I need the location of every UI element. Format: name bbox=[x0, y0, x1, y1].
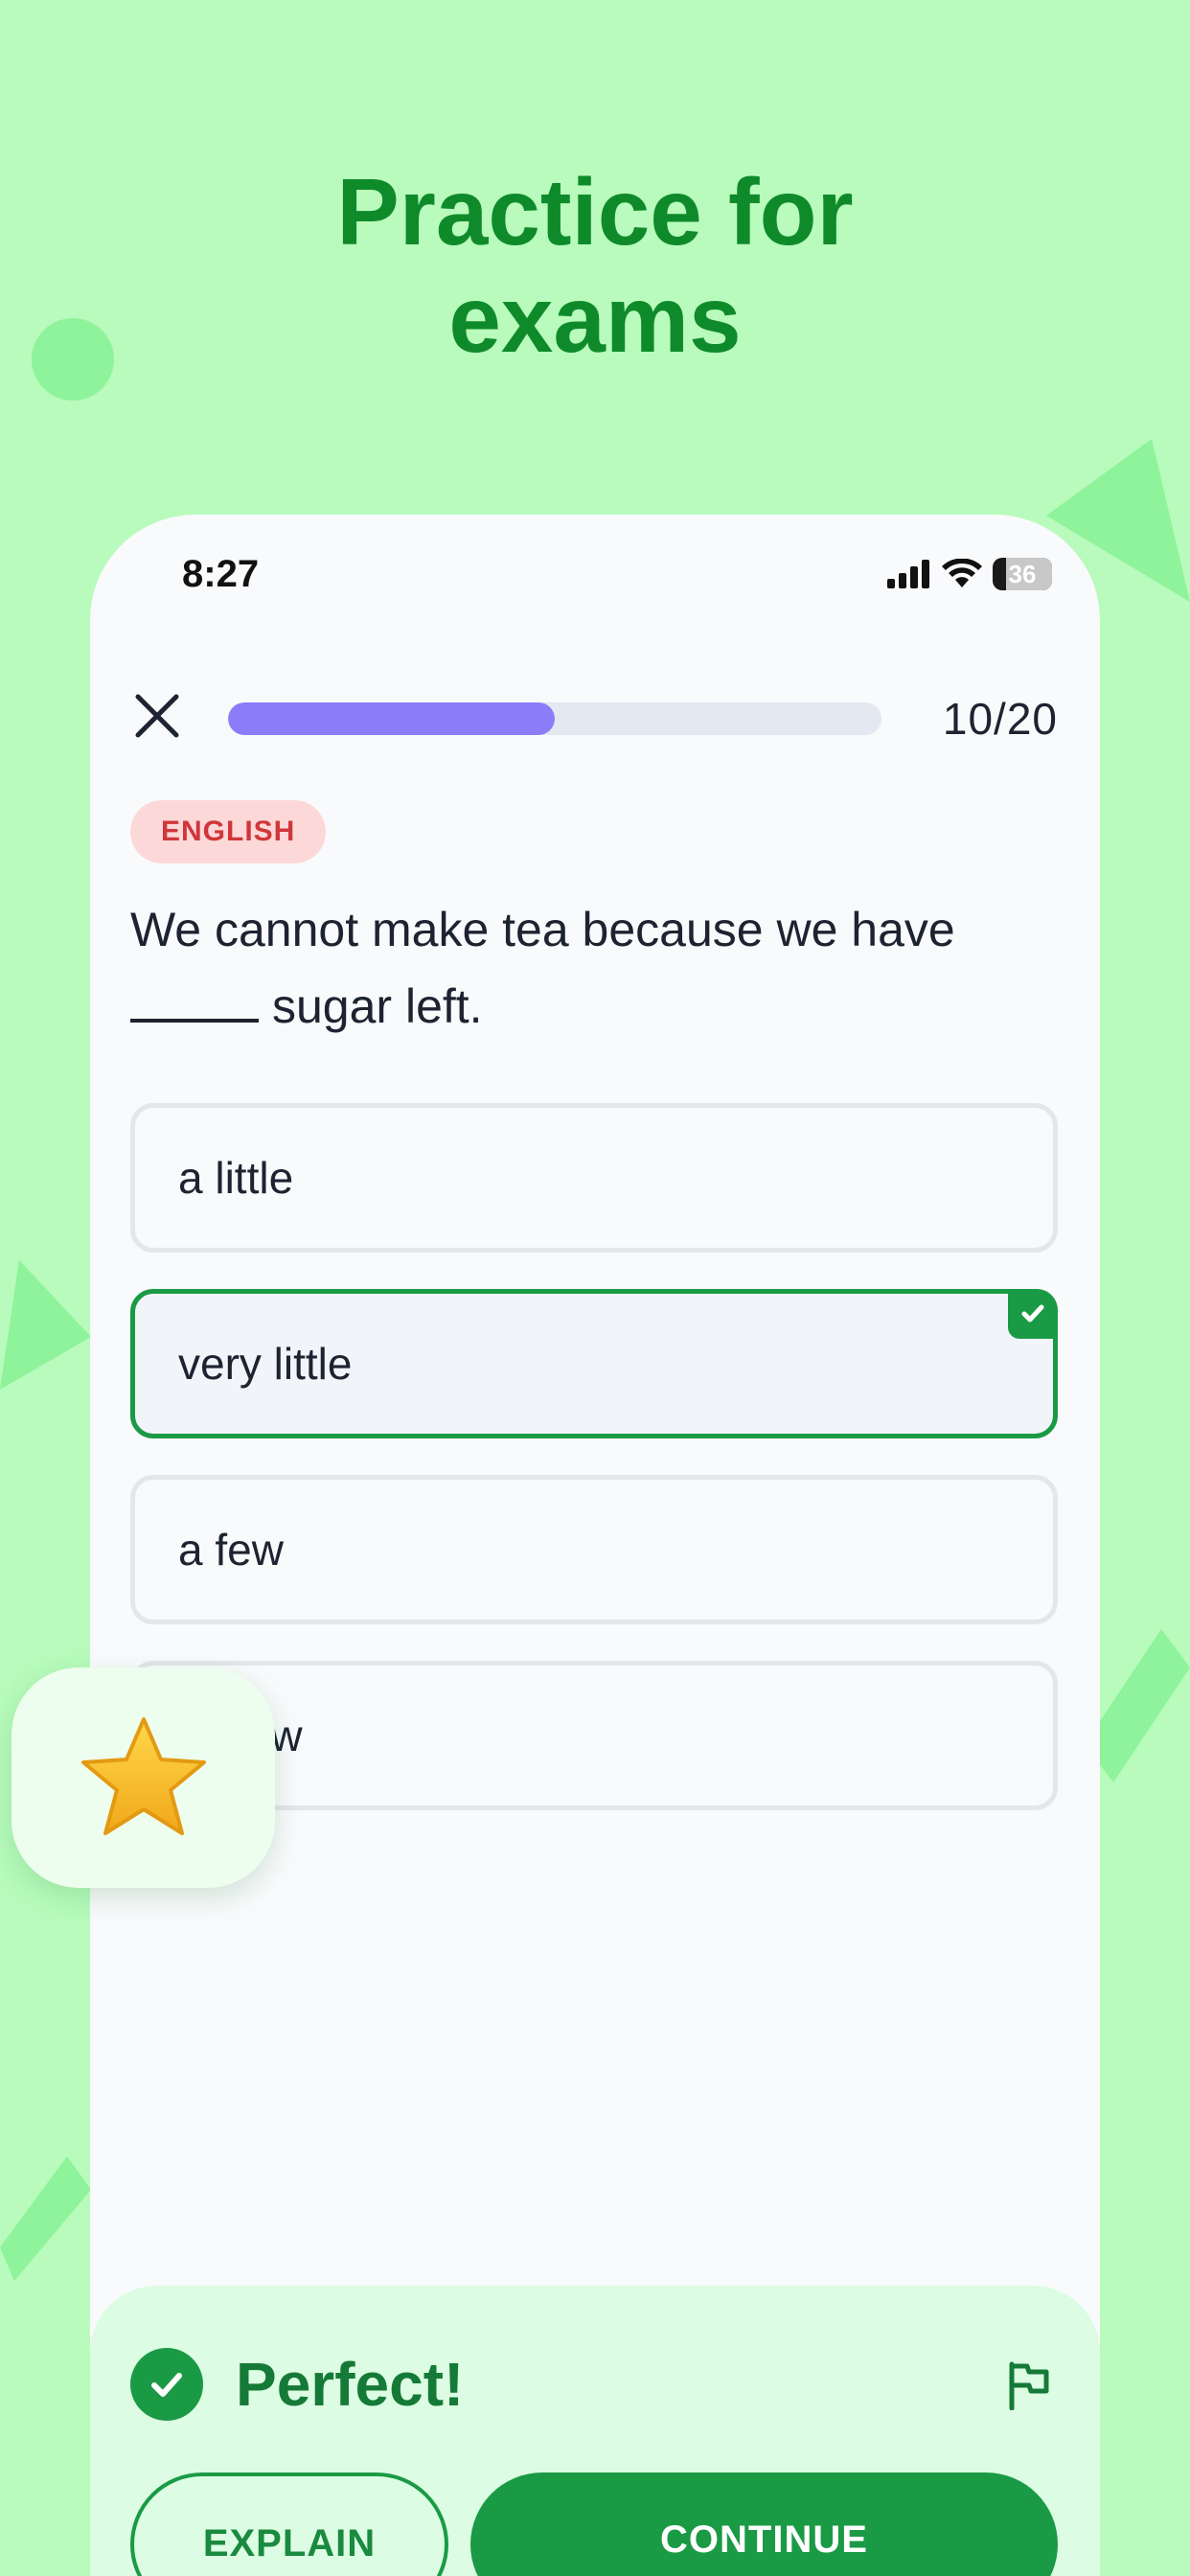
question-text: We cannot make tea because we have sugar… bbox=[130, 891, 1069, 1045]
promo-headline-line1: Practice for bbox=[336, 159, 854, 264]
status-icons: 36 bbox=[887, 553, 1052, 595]
star-badge bbox=[11, 1668, 275, 1888]
close-icon[interactable] bbox=[128, 687, 186, 745]
star-icon bbox=[80, 1716, 206, 1835]
question-text-start: We cannot make tea because we have bbox=[130, 903, 955, 956]
decorative-bar bbox=[1085, 1629, 1190, 1782]
answer-blank bbox=[130, 994, 259, 1023]
result-panel: Perfect! EXPLAIN CONTINUE bbox=[90, 2286, 1100, 2576]
answer-option-label: a few bbox=[178, 1525, 284, 1575]
status-time: 8:27 bbox=[182, 553, 260, 595]
subject-tag: ENGLISH bbox=[130, 800, 327, 863]
answer-option-label: a little bbox=[178, 1153, 294, 1203]
continue-button[interactable]: CONTINUE bbox=[470, 2472, 1058, 2576]
wifi-icon bbox=[942, 559, 982, 587]
result-message: Perfect! bbox=[236, 2350, 465, 2419]
promo-headline-line2: exams bbox=[448, 266, 742, 372]
check-icon bbox=[130, 2348, 203, 2421]
answer-option-selected[interactable]: very little bbox=[130, 1289, 1058, 1438]
decorative-triangle bbox=[0, 1260, 91, 1390]
flag-icon[interactable] bbox=[1004, 2360, 1054, 2410]
decorative-circle bbox=[32, 318, 114, 401]
decorative-bar bbox=[0, 2156, 91, 2281]
progress-count: 10/20 bbox=[942, 694, 1058, 744]
signal-icon bbox=[887, 560, 929, 588]
explain-button[interactable]: EXPLAIN bbox=[130, 2472, 448, 2576]
check-icon bbox=[1008, 1289, 1058, 1339]
promo-headline: Practice for exams bbox=[0, 158, 1190, 373]
phone-screen: 8:27 36 10/20 ENGLISH We cannot make tea… bbox=[90, 515, 1100, 2576]
progress-bar bbox=[228, 702, 881, 735]
answer-option[interactable]: a little bbox=[130, 1103, 1058, 1253]
answer-option[interactable]: a few bbox=[130, 1475, 1058, 1624]
progress-bar-fill bbox=[228, 702, 555, 735]
battery-level: 36 bbox=[1008, 559, 1037, 588]
answer-option-label: very little bbox=[178, 1339, 353, 1389]
battery-icon: 36 bbox=[993, 558, 1052, 590]
question-text-end: sugar left. bbox=[272, 979, 483, 1033]
